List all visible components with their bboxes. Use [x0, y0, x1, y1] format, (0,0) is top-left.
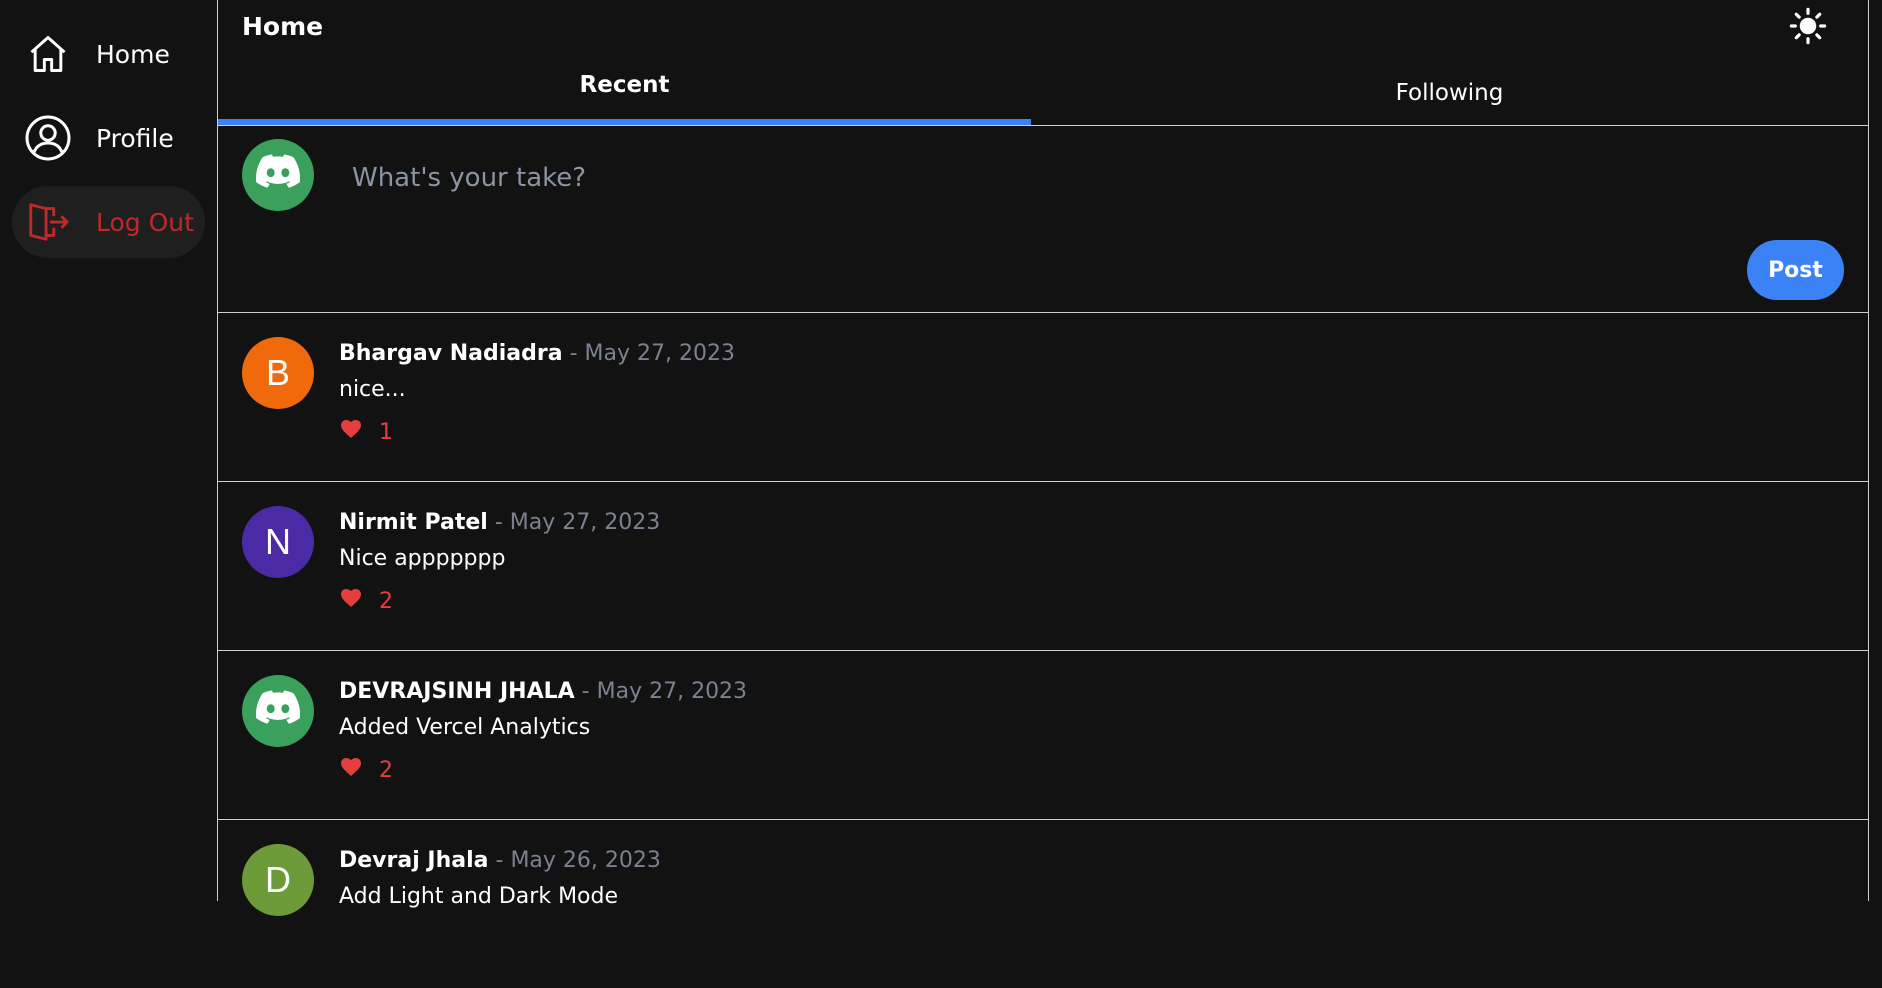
- main-feed: Home Recent Following What's your take? …: [217, 0, 1869, 916]
- home-icon: [24, 30, 72, 78]
- avatar[interactable]: N: [242, 506, 314, 578]
- meta-separator: -: [494, 510, 503, 535]
- like-count: 2: [379, 757, 393, 783]
- feed-post: B Bhargav Nadiadra - May 27, 2023 nice..…: [218, 313, 1868, 482]
- post-content: Add Light and Dark Mode: [339, 884, 619, 909]
- like-count: 2: [379, 588, 393, 614]
- feed-post: D Devraj Jhala - May 26, 2023 Add Light …: [218, 820, 1868, 988]
- post-date: May 27, 2023: [509, 510, 661, 535]
- sidebar-item-label: Home: [96, 39, 170, 69]
- theme-toggle-button[interactable]: [1788, 7, 1828, 49]
- post-date: May 27, 2023: [584, 341, 735, 366]
- like-button[interactable]: 2: [339, 586, 393, 616]
- sidebar-item-home[interactable]: Home: [12, 18, 205, 90]
- header: Home: [218, 0, 1868, 60]
- avatar[interactable]: [242, 139, 314, 211]
- sun-icon: [1789, 7, 1827, 49]
- meta-separator: -: [581, 679, 590, 704]
- heart-icon[interactable]: [339, 755, 363, 785]
- logout-icon: [24, 198, 72, 246]
- heart-icon[interactable]: [339, 417, 363, 447]
- post-content: Nice appppppp: [339, 546, 506, 571]
- tab-label: Following: [1395, 79, 1504, 106]
- post-text-input[interactable]: [350, 155, 1804, 201]
- sidebar: Home Profile Log Out: [0, 0, 217, 901]
- like-count: 1: [379, 419, 393, 445]
- post-content: nice...: [339, 377, 406, 402]
- meta-separator: -: [569, 341, 578, 366]
- post-author[interactable]: Nirmit Patel: [339, 510, 488, 535]
- tab-label: Recent: [579, 71, 670, 98]
- avatar[interactable]: B: [242, 337, 314, 409]
- avatar[interactable]: D: [242, 844, 314, 916]
- like-button[interactable]: 2: [339, 755, 393, 785]
- feed-post: N Nirmit Patel - May 27, 2023 Nice apppp…: [218, 482, 1868, 651]
- page-title: Home: [242, 12, 324, 41]
- avatar[interactable]: [242, 675, 314, 747]
- discord-icon: [255, 153, 301, 197]
- sidebar-item-profile[interactable]: Profile: [12, 102, 205, 174]
- post-meta: Devraj Jhala - May 26, 2023: [339, 848, 661, 873]
- sidebar-item-logout[interactable]: Log Out: [12, 186, 205, 258]
- sidebar-item-label: Profile: [96, 123, 174, 153]
- sidebar-item-label: Log Out: [96, 207, 194, 237]
- post-content: Added Vercel Analytics: [339, 715, 591, 740]
- heart-icon[interactable]: [339, 586, 363, 616]
- like-button[interactable]: 1: [339, 417, 393, 447]
- tab-recent[interactable]: Recent: [218, 60, 1031, 125]
- discord-icon: [255, 689, 301, 733]
- post-meta: DEVRAJSINH JHALA - May 27, 2023: [339, 679, 747, 704]
- meta-separator: -: [495, 848, 504, 873]
- post-composer: Post: [218, 125, 1868, 313]
- feed-tabs: Recent Following: [218, 60, 1868, 126]
- post-author[interactable]: DEVRAJSINH JHALA: [339, 679, 575, 704]
- user-circle-icon: [24, 114, 72, 162]
- post-date: May 27, 2023: [596, 679, 748, 704]
- feed-post: DEVRAJSINH JHALA - May 27, 2023 Added Ve…: [218, 651, 1868, 820]
- post-date: May 26, 2023: [510, 848, 661, 873]
- post-meta: Bhargav Nadiadra - May 27, 2023: [339, 341, 735, 366]
- post-author[interactable]: Devraj Jhala: [339, 848, 489, 873]
- post-author[interactable]: Bhargav Nadiadra: [339, 341, 563, 366]
- post-button[interactable]: Post: [1747, 240, 1844, 300]
- post-meta: Nirmit Patel - May 27, 2023: [339, 510, 660, 535]
- tab-following[interactable]: Following: [1031, 60, 1868, 125]
